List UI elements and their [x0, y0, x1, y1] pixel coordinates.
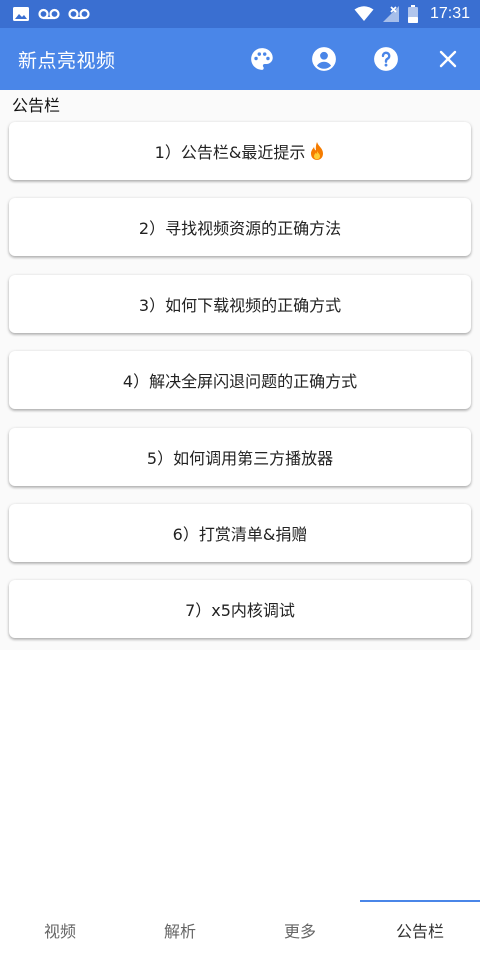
palette-icon[interactable] [244, 41, 280, 77]
announcement-label: 1）公告栏&最近提示 [154, 143, 306, 162]
app-title: 新点亮视频 [18, 49, 116, 72]
announcement-item-2[interactable]: 2）寻找视频资源的正确方法 [9, 198, 471, 256]
app-actions [244, 41, 466, 77]
battery-icon [407, 5, 418, 23]
announcement-label: 5）如何调用第三方播放器 [146, 449, 334, 468]
announcement-item-3[interactable]: 3）如何下载视频的正确方式 [9, 275, 471, 333]
status-right: 17:31 [354, 5, 470, 23]
voicemail-icon [38, 7, 60, 21]
tab-label: 解析 [163, 922, 196, 941]
tab-label: 公告栏 [395, 922, 444, 941]
status-time: 17:31 [429, 5, 470, 22]
section-title: 公告栏 [12, 96, 61, 115]
tab-label: 视频 [43, 922, 76, 941]
help-icon[interactable] [368, 41, 404, 77]
announcement-item-6[interactable]: 6）打赏清单&捐赠 [9, 504, 471, 562]
app-bar: 新点亮视频 [0, 28, 480, 90]
announcement-label: 7）x5内核调试 [185, 601, 295, 620]
announcement-label: 4）解决全屏闪退问题的正确方式 [122, 372, 358, 391]
announcement-item-1[interactable]: 1）公告栏&最近提示 [9, 122, 471, 180]
announcement-label: 6）打赏清单&捐赠 [172, 525, 308, 544]
tab-parse[interactable]: 解析 [120, 900, 240, 960]
signal-off-icon [382, 5, 400, 23]
tab-video[interactable]: 视频 [0, 900, 120, 960]
announcement-label: 2）寻找视频资源的正确方法 [138, 219, 342, 238]
announcement-item-5[interactable]: 5）如何调用第三方播放器 [9, 428, 471, 486]
announcement-item-4[interactable]: 4）解决全屏闪退问题的正确方式 [9, 351, 471, 409]
status-bar: 17:31 [0, 0, 480, 28]
voicemail-icon [68, 7, 90, 21]
account-icon[interactable] [306, 41, 342, 77]
fire-icon [309, 141, 325, 161]
announcement-panel: 公告栏 1）公告栏&最近提示 2）寻找视频资源的正确方法 3）如何下载视频的正确… [0, 90, 480, 650]
bottom-nav: 视频 解析 更多 公告栏 [0, 900, 480, 960]
announcement-item-7[interactable]: 7）x5内核调试 [9, 580, 471, 638]
announcement-label: 3）如何下载视频的正确方式 [138, 296, 342, 315]
tab-announcements[interactable]: 公告栏 [360, 900, 480, 960]
image-icon [12, 6, 30, 22]
tab-label: 更多 [283, 922, 316, 941]
tab-more[interactable]: 更多 [240, 900, 360, 960]
close-icon[interactable] [430, 41, 466, 77]
status-left [12, 6, 90, 22]
wifi-icon [354, 6, 374, 22]
